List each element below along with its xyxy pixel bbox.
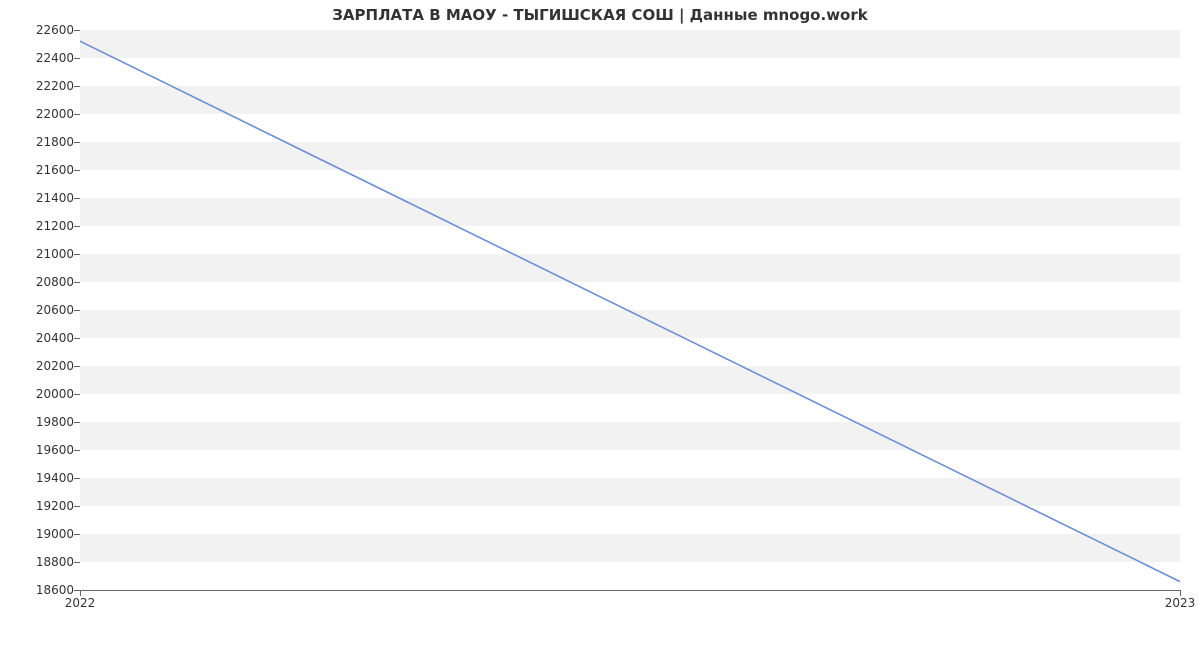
y-tick-label: 19200 (4, 499, 74, 513)
y-tick-label: 21400 (4, 191, 74, 205)
y-tick-mark (74, 114, 80, 115)
y-tick-label: 21800 (4, 135, 74, 149)
x-tick-mark (1180, 590, 1181, 596)
y-tick-mark (74, 422, 80, 423)
y-tick-label: 20400 (4, 331, 74, 345)
y-tick-label: 22000 (4, 107, 74, 121)
y-tick-mark (74, 86, 80, 87)
y-tick-label: 20600 (4, 303, 74, 317)
y-tick-mark (74, 254, 80, 255)
y-tick-mark (74, 58, 80, 59)
y-tick-label: 19800 (4, 415, 74, 429)
y-tick-mark (74, 338, 80, 339)
line-series (80, 30, 1180, 590)
y-tick-mark (74, 450, 80, 451)
y-tick-label: 22400 (4, 51, 74, 65)
y-tick-mark (74, 170, 80, 171)
y-tick-label: 19400 (4, 471, 74, 485)
chart-title: ЗАРПЛАТА В МАОУ - ТЫГИШСКАЯ СОШ | Данные… (0, 6, 1200, 24)
y-tick-mark (74, 30, 80, 31)
y-tick-mark (74, 142, 80, 143)
x-tick-mark (80, 590, 81, 596)
x-tick-label: 2022 (65, 596, 96, 610)
y-tick-mark (74, 394, 80, 395)
y-tick-label: 22200 (4, 79, 74, 93)
y-tick-mark (74, 282, 80, 283)
y-tick-label: 21000 (4, 247, 74, 261)
y-tick-mark (74, 226, 80, 227)
y-tick-mark (74, 562, 80, 563)
y-tick-label: 21200 (4, 219, 74, 233)
x-tick-label: 2023 (1165, 596, 1196, 610)
y-tick-mark (74, 198, 80, 199)
y-tick-label: 20200 (4, 359, 74, 373)
y-tick-label: 20800 (4, 275, 74, 289)
y-tick-label: 20000 (4, 387, 74, 401)
y-tick-mark (74, 310, 80, 311)
y-tick-mark (74, 506, 80, 507)
series-line (80, 41, 1180, 581)
y-tick-label: 19600 (4, 443, 74, 457)
y-tick-label: 19000 (4, 527, 74, 541)
y-tick-mark (74, 478, 80, 479)
y-tick-mark (74, 366, 80, 367)
y-tick-label: 18600 (4, 583, 74, 597)
plot-area (80, 30, 1180, 591)
y-tick-label: 18800 (4, 555, 74, 569)
y-tick-label: 22600 (4, 23, 74, 37)
y-tick-label: 21600 (4, 163, 74, 177)
chart-container: ЗАРПЛАТА В МАОУ - ТЫГИШСКАЯ СОШ | Данные… (0, 0, 1200, 650)
y-tick-mark (74, 534, 80, 535)
